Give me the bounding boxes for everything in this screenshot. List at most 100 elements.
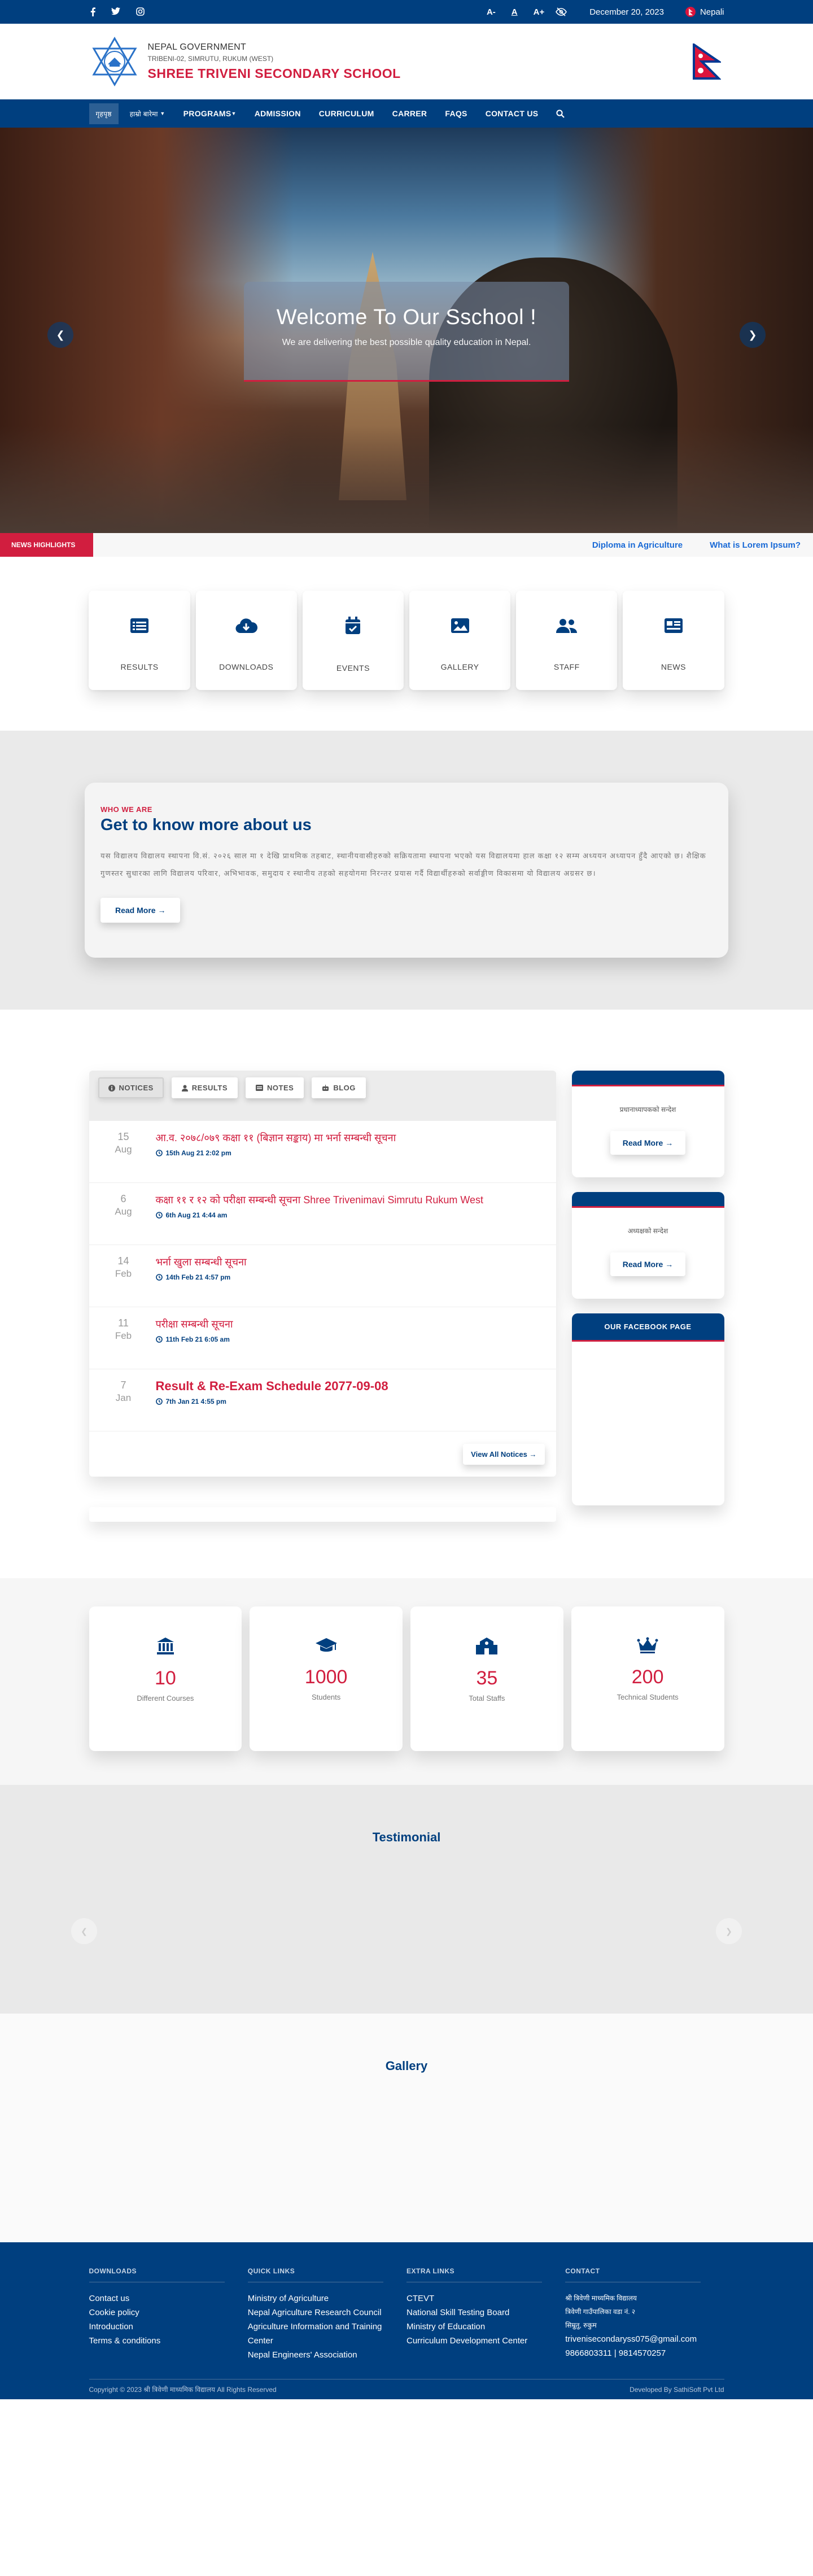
notice-day: 15 bbox=[117, 1131, 129, 1142]
chevron-right-icon: ❯ bbox=[748, 329, 757, 340]
quick-link-staff[interactable]: STAFF bbox=[516, 591, 618, 690]
font-reset-button[interactable]: A bbox=[512, 7, 518, 17]
principal-read-more-button[interactable]: Read More → bbox=[610, 1131, 686, 1155]
secondary-card bbox=[89, 1507, 556, 1522]
notice-meta: 7th Jan 21 4:55 pm bbox=[155, 1398, 388, 1405]
school-name[interactable]: SHREE TRIVENI SECONDARY SCHOOL bbox=[148, 66, 401, 81]
stat-label: Total Staffs bbox=[469, 1694, 505, 1702]
footer-link[interactable]: 9866803311 | 9814570257 bbox=[565, 2346, 724, 2360]
about-read-more-button[interactable]: Read More → bbox=[100, 898, 181, 923]
site-header: NEPAL GOVERNMENT TRIBENI-02, SIMRUTU, RU… bbox=[0, 24, 813, 99]
notice-item[interactable]: 7 Jan Result & Re-Exam Schedule 2077-09-08… bbox=[89, 1369, 556, 1431]
nav-programs[interactable]: PROGRAMS▼ bbox=[177, 103, 243, 124]
notice-timestamp: 7th Jan 21 4:55 pm bbox=[165, 1398, 226, 1405]
principal-message-card: प्रधानाध्यापकको सन्देश Read More → bbox=[571, 1071, 724, 1177]
quick-link-label: STAFF bbox=[553, 662, 580, 671]
news-ticker: NEWS HIGHLIGHTS Diploma in Agriculture W… bbox=[0, 533, 813, 557]
eye-slash-icon[interactable] bbox=[556, 7, 567, 16]
quick-link-results[interactable]: RESULTS bbox=[89, 591, 190, 690]
footer-column-title: CONTACT bbox=[565, 2267, 701, 2282]
font-increase-button[interactable]: A+ bbox=[534, 7, 545, 17]
notice-item[interactable]: 15 Aug आ.व. २०७८/०७९ कक्षा ११ (बिज्ञान सङ्… bbox=[89, 1121, 556, 1183]
school-logo[interactable] bbox=[89, 36, 140, 87]
news-item[interactable]: What is Lorem Ipsum? bbox=[710, 540, 801, 550]
notice-month: Aug bbox=[115, 1144, 132, 1155]
stat-value: 10 bbox=[154, 1667, 176, 1689]
footer-link[interactable]: Ministry of Education bbox=[406, 2320, 565, 2334]
instagram-icon[interactable] bbox=[136, 7, 145, 16]
stat-label: Technical Students bbox=[617, 1693, 679, 1701]
footer-link[interactable]: सिम्रुतु, रुकुम bbox=[565, 2319, 724, 2332]
quick-link-gallery[interactable]: GALLERY bbox=[409, 591, 511, 690]
tab-results[interactable]: RESULTS bbox=[171, 1077, 238, 1098]
clock-icon bbox=[155, 1336, 163, 1343]
news-item[interactable]: Diploma in Agriculture bbox=[592, 540, 683, 550]
facebook-icon[interactable] bbox=[90, 7, 95, 16]
notice-title[interactable]: कक्षा ११ र १२ को परीक्षा सम्बन्धी सूचना … bbox=[156, 1193, 484, 1207]
chairman-read-more-button[interactable]: Read More → bbox=[610, 1252, 686, 1276]
footer-link[interactable]: Introduction bbox=[89, 2320, 248, 2334]
notice-title[interactable]: भर्ना खुला सम्बन्धी सूचना bbox=[156, 1255, 247, 1269]
tab-notes[interactable]: NOTES bbox=[246, 1077, 304, 1098]
hero-image-ground bbox=[0, 426, 813, 533]
notice-item[interactable]: 11 Feb परीक्षा सम्बन्धी सूचना 11th Feb 21 6… bbox=[89, 1307, 556, 1369]
nav-curriculum[interactable]: CURRICULUM bbox=[312, 103, 381, 124]
testimonial-next-button[interactable]: ❯ bbox=[716, 1918, 742, 1944]
notice-item[interactable]: 14 Feb भर्ना खुला सम्बन्धी सूचना 14th Feb 2… bbox=[89, 1245, 556, 1307]
facebook-embed[interactable] bbox=[572, 1342, 724, 1505]
notice-title[interactable]: आ.व. २०७८/०७९ कक्षा ११ (बिज्ञान सङ्काय) … bbox=[156, 1131, 396, 1145]
footer-link[interactable]: Curriculum Development Center bbox=[406, 2334, 565, 2348]
slider-prev-button[interactable]: ❮ bbox=[47, 322, 73, 348]
gallery-section: Gallery bbox=[0, 2014, 813, 2242]
notice-title[interactable]: परीक्षा सम्बन्धी सूचना bbox=[156, 1317, 233, 1331]
testimonial-prev-button[interactable]: ❮ bbox=[71, 1918, 97, 1944]
nav-admission[interactable]: ADMISSION bbox=[248, 103, 308, 124]
nav-contact[interactable]: CONTACT US bbox=[479, 103, 545, 124]
stat-value: 35 bbox=[476, 1667, 498, 1689]
footer-link[interactable]: श्री त्रिवेणी माध्यमिक विद्यालय bbox=[565, 2291, 724, 2305]
tab-notices[interactable]: NOTICES bbox=[98, 1077, 164, 1098]
slider-next-button[interactable]: ❯ bbox=[740, 322, 766, 348]
hero-slider: Welcome To Our Sschool ! We are deliveri… bbox=[0, 128, 813, 533]
principal-message-title: प्रधानाध्यापकको सन्देश bbox=[619, 1106, 676, 1114]
nav-faqs[interactable]: FAQS bbox=[438, 103, 474, 124]
quick-link-news[interactable]: NEWS bbox=[623, 591, 724, 690]
footer-link[interactable]: Contact us bbox=[89, 2291, 248, 2306]
view-all-notices-button[interactable]: View All Notices → bbox=[463, 1443, 545, 1465]
stat-label: Students bbox=[311, 1693, 341, 1701]
language-switch[interactable]: Nepali bbox=[685, 7, 724, 17]
footer-link[interactable]: Nepal Agriculture Research Council bbox=[248, 2306, 406, 2320]
footer-link[interactable]: Terms & conditions bbox=[89, 2334, 248, 2348]
stat-value: 1000 bbox=[304, 1666, 348, 1688]
nav-about[interactable]: हाम्रो बारेमा ▼ bbox=[123, 103, 172, 124]
footer-link[interactable]: CTEVT bbox=[406, 2291, 565, 2306]
quick-link-label: DOWNLOADS bbox=[219, 662, 274, 671]
chairman-message-card: अध्यक्षको सन्देश Read More → bbox=[571, 1192, 724, 1299]
notice-month: Feb bbox=[115, 1268, 132, 1279]
news-highlights-label: NEWS HIGHLIGHTS bbox=[0, 533, 93, 557]
search-icon[interactable] bbox=[549, 104, 571, 124]
footer-link[interactable]: Nepal Engineers' Association bbox=[248, 2348, 406, 2362]
notice-item[interactable]: 6 Aug कक्षा ११ र १२ को परीक्षा सम्बन्धी सू… bbox=[89, 1183, 556, 1245]
footer-link[interactable]: Cookie policy bbox=[89, 2306, 248, 2320]
clock-icon bbox=[155, 1274, 163, 1281]
nav-home[interactable]: गृहपृष्ठ bbox=[89, 103, 119, 124]
tab-blog[interactable]: BLOG bbox=[312, 1077, 366, 1098]
quick-link-downloads[interactable]: DOWNLOADS bbox=[195, 591, 297, 690]
notice-day: 14 bbox=[117, 1255, 129, 1267]
developer-credit[interactable]: Developed By SathiSoft Pvt Ltd bbox=[630, 2386, 724, 2394]
footer-link[interactable]: त्रिवेणी गाउँपालिका वडा नं. २ bbox=[565, 2305, 724, 2319]
twitter-icon[interactable] bbox=[111, 7, 120, 16]
notice-title[interactable]: Result & Re-Exam Schedule 2077-09-08 bbox=[156, 1379, 388, 1393]
nav-carrer[interactable]: CARRER bbox=[386, 103, 434, 124]
footer-link[interactable]: National Skill Testing Board bbox=[406, 2306, 565, 2320]
footer-link[interactable]: Ministry of Agriculture bbox=[248, 2291, 406, 2306]
site-footer: DOWNLOADS Contact us Cookie policy Introduc… bbox=[0, 2242, 813, 2399]
clock-icon bbox=[155, 1150, 163, 1156]
footer-column-title: EXTRA LINKS bbox=[406, 2267, 542, 2282]
font-decrease-button[interactable]: A- bbox=[487, 7, 496, 17]
footer-link[interactable]: trivenisecondaryss075@gmail.com bbox=[565, 2332, 724, 2346]
notice-day: 6 bbox=[120, 1193, 126, 1204]
quick-link-events[interactable]: EVENTS bbox=[302, 591, 404, 690]
footer-link[interactable]: Agriculture Information and Training Cen… bbox=[248, 2320, 406, 2348]
